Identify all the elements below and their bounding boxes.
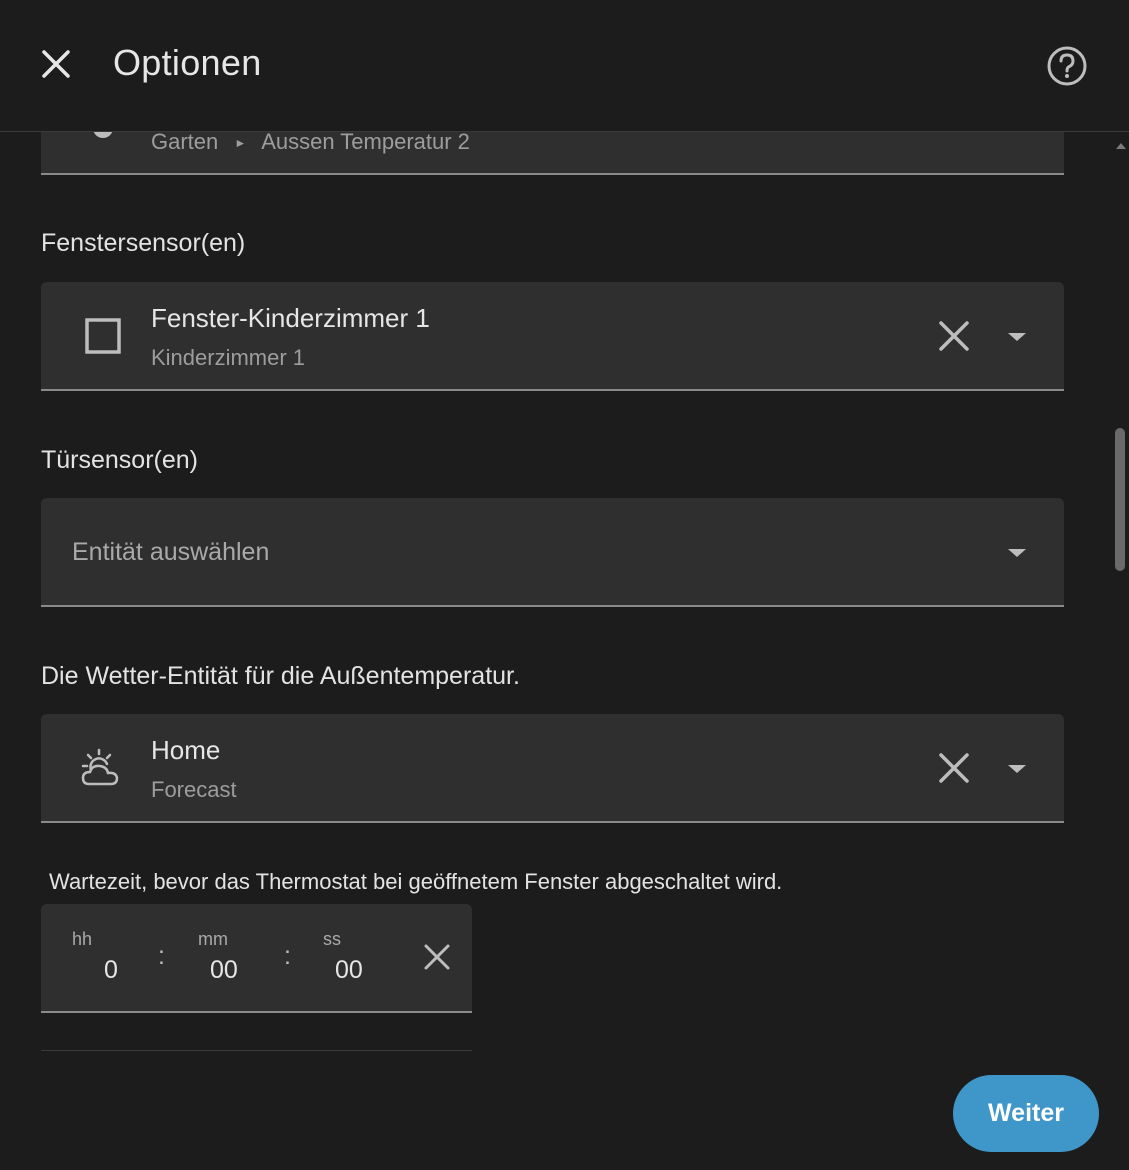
scroll-up-arrow-icon[interactable] <box>1115 140 1127 152</box>
window-delay-duration-input: hh 0 : mm 00 : ss 00 <box>41 904 472 1013</box>
minutes-label: mm <box>198 929 228 949</box>
outdoor-sensor-entity: Aussen Temperatur 2 <box>261 129 470 154</box>
window-sensors-label: Fenstersensor(en) <box>41 229 246 257</box>
divider <box>41 1050 472 1051</box>
chevron-down-icon[interactable] <box>1008 549 1026 557</box>
door-sensor-select[interactable]: Entität auswählen <box>41 498 1064 607</box>
time-separator: : <box>158 942 165 970</box>
breadcrumb-arrow-icon: ► <box>234 136 247 151</box>
outdoor-sensor-path: Garten ► Aussen Temperatur 2 <box>151 129 470 155</box>
door-sensor-placeholder: Entität auswählen <box>72 538 270 566</box>
clear-icon[interactable] <box>937 319 971 353</box>
options-dialog: Optionen Garten ► Aussen Temperatur 2 Fe… <box>0 0 1129 1170</box>
time-separator: : <box>284 942 291 970</box>
next-button[interactable]: Weiter <box>953 1075 1099 1152</box>
hours-input[interactable]: 0 <box>104 956 118 985</box>
seconds-label: ss <box>323 929 341 949</box>
chevron-down-icon[interactable] <box>1008 333 1026 341</box>
scrollbar-thumb[interactable] <box>1115 428 1125 571</box>
hours-label: hh <box>72 929 93 949</box>
window-icon <box>85 318 121 354</box>
weather-entity-subtitle: Forecast <box>151 777 237 802</box>
outdoor-sensor-area: Garten <box>151 129 219 154</box>
chevron-down-icon[interactable] <box>1008 765 1026 773</box>
close-icon <box>42 50 70 78</box>
weather-entity-name: Home <box>151 735 221 765</box>
door-sensors-label: Türsensor(en) <box>41 446 198 474</box>
close-button[interactable] <box>36 44 78 86</box>
weather-partly-cloudy-icon <box>81 748 119 786</box>
weather-entity-select[interactable]: Home Forecast <box>41 714 1064 823</box>
window-sensor-area: Kinderzimmer 1 <box>151 345 306 370</box>
help-circle-icon <box>1047 46 1087 86</box>
window-sensor-name: Fenster-Kinderzimmer 1 <box>151 303 430 333</box>
seconds-input[interactable]: 00 <box>335 956 363 985</box>
dialog-header: Optionen <box>0 0 1129 132</box>
help-button[interactable] <box>1046 45 1088 87</box>
weather-entity-label: Die Wetter-Entität für die Außentemperat… <box>41 662 520 690</box>
dialog-title: Optionen <box>113 42 262 83</box>
window-delay-label: Wartezeit, bevor das Thermostat bei geöf… <box>49 869 783 894</box>
minutes-input[interactable]: 00 <box>210 956 238 985</box>
window-sensor-select[interactable]: Fenster-Kinderzimmer 1 Kinderzimmer 1 <box>41 282 1064 391</box>
clear-icon[interactable] <box>422 942 452 972</box>
clear-icon[interactable] <box>937 751 971 785</box>
